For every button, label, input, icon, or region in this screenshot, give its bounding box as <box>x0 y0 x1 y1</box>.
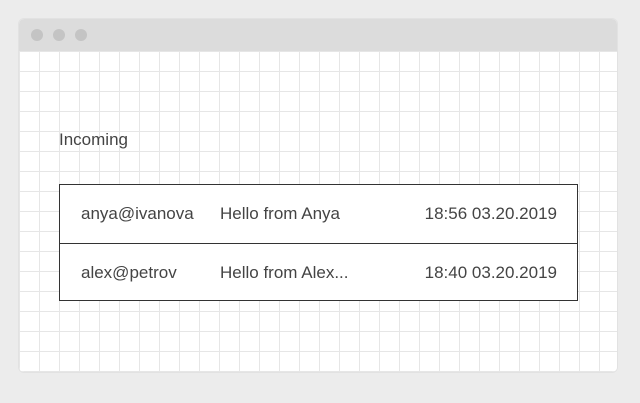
message-timestamp: 18:40 03.20.2019 <box>424 263 557 282</box>
close-window-button[interactable] <box>31 29 43 41</box>
message-sender: anya@ivanova <box>81 204 194 223</box>
message-subject: Hello from Anya <box>220 204 340 223</box>
message-row[interactable]: alex@petrov Hello from Alex... 18:40 03.… <box>60 244 577 302</box>
inbox-heading: Incoming <box>59 130 128 149</box>
message-subject: Hello from Alex... <box>220 263 349 282</box>
maximize-window-button[interactable] <box>75 29 87 41</box>
message-list: anya@ivanova Hello from Anya 18:56 03.20… <box>59 184 578 301</box>
message-row[interactable]: anya@ivanova Hello from Anya 18:56 03.20… <box>60 185 577 244</box>
window-titlebar <box>19 19 617 51</box>
message-timestamp: 18:56 03.20.2019 <box>424 204 557 223</box>
app-window: Incoming anya@ivanova Hello from Anya 18… <box>19 19 617 372</box>
window-content: Incoming anya@ivanova Hello from Anya 18… <box>19 51 617 372</box>
message-sender: alex@petrov <box>81 263 177 282</box>
minimize-window-button[interactable] <box>53 29 65 41</box>
